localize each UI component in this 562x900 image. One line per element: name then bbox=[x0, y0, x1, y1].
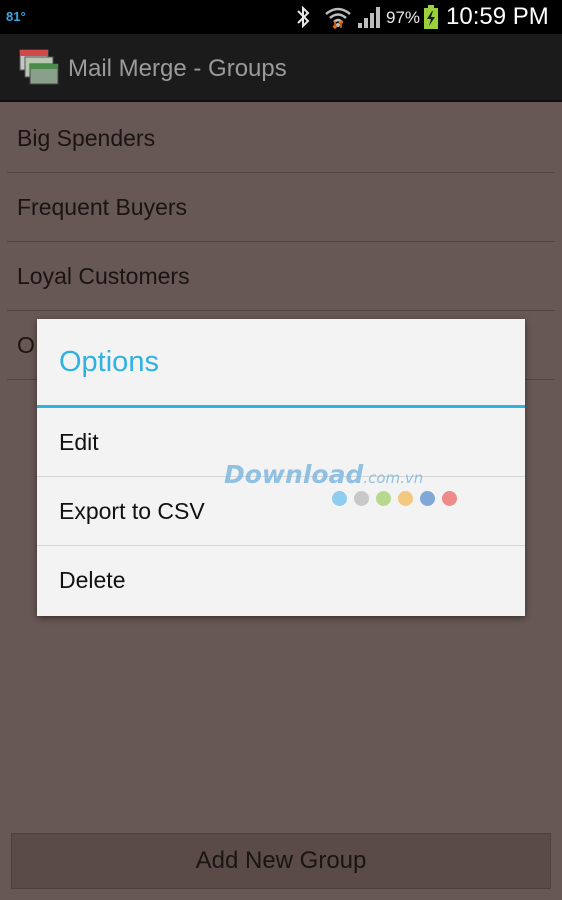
watermark-logo: Download.com.vn bbox=[224, 460, 424, 489]
dialog-title: Options bbox=[37, 319, 525, 408]
battery-charging-icon bbox=[424, 5, 438, 29]
watermark-dot bbox=[398, 491, 413, 506]
action-bar: Mail Merge - Groups bbox=[0, 34, 562, 102]
signal-icon bbox=[358, 7, 380, 28]
wifi-icon bbox=[325, 7, 351, 29]
app-title: Mail Merge - Groups bbox=[68, 55, 287, 82]
list-item[interactable]: Loyal Customers bbox=[7, 242, 555, 311]
watermark-dot bbox=[376, 491, 391, 506]
watermark-dot bbox=[442, 491, 457, 506]
status-bar: 81° 97% 10:59 PM bbox=[0, 0, 562, 34]
list-item[interactable]: Frequent Buyers bbox=[7, 173, 555, 242]
watermark-dot bbox=[332, 491, 347, 506]
bluetooth-icon bbox=[297, 5, 310, 29]
clock-text: 10:59 PM bbox=[446, 3, 549, 30]
temperature-text: 81° bbox=[6, 9, 26, 24]
list-item[interactable]: Big Spenders bbox=[7, 104, 555, 173]
watermark-dots bbox=[332, 491, 457, 506]
battery-percent-text: 97% bbox=[386, 8, 421, 27]
watermark: Download.com.vn bbox=[224, 460, 464, 516]
mail-stack-icon[interactable] bbox=[18, 48, 62, 88]
delete-option[interactable]: Delete bbox=[37, 546, 525, 615]
watermark-dot bbox=[420, 491, 435, 506]
watermark-dot bbox=[354, 491, 369, 506]
add-new-group-button[interactable]: Add New Group bbox=[11, 833, 551, 889]
